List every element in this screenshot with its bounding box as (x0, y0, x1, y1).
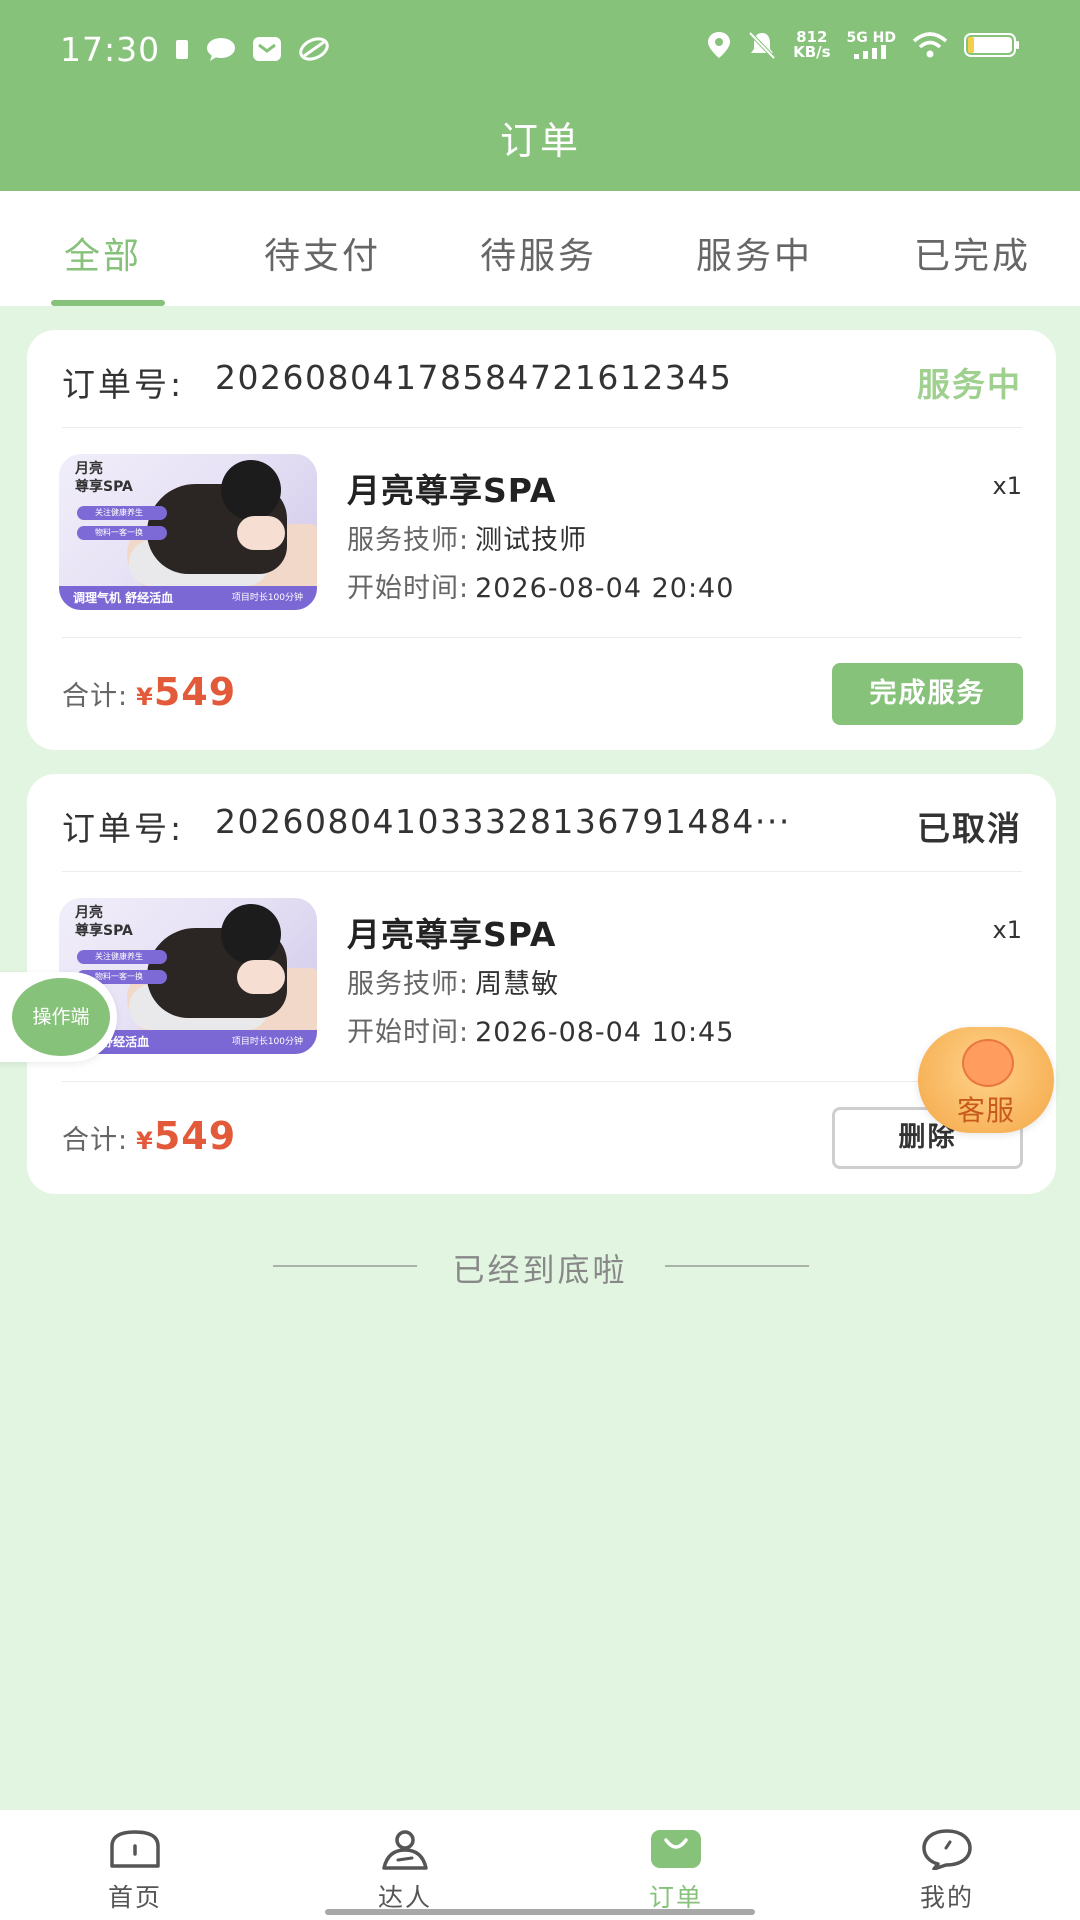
customer-service-label: 客服 (956, 1094, 1015, 1127)
thumb-art (221, 904, 281, 964)
nav-mine-label: 我的 (919, 1883, 974, 1912)
tab-active-indicator (51, 300, 165, 306)
order-number: 20260804178584721612345 (215, 358, 733, 397)
thumb-art (221, 460, 281, 520)
divider (62, 637, 1022, 638)
person-icon (382, 1830, 428, 1870)
product-name: 月亮尊享SPA (347, 915, 557, 954)
page-title: 订单 (499, 119, 580, 163)
start-time-label: 开始时间: (347, 573, 470, 604)
status-time: 17:30 (60, 30, 161, 69)
divider (62, 871, 1022, 872)
home-icon (110, 1830, 160, 1868)
thumb-art (237, 960, 285, 994)
header: 17:30 812 KB/s 5G HD 订单 (0, 0, 1080, 191)
thumb-title: 月亮 尊享SPA (75, 461, 133, 495)
nav-experts[interactable]: 达人 (320, 1810, 490, 1920)
battery-icon (964, 33, 1019, 57)
thumb-chip: 关注健康养生 (77, 950, 167, 964)
total-amount: 549 (153, 670, 237, 714)
end-of-list: 已经到底啦 (0, 1245, 1080, 1289)
order-total: 合计: ¥549 (62, 1114, 236, 1158)
home-indicator (325, 1909, 755, 1915)
thumb-bar-right: 项目时长100分钟 (231, 593, 303, 603)
thumb-art (237, 516, 285, 550)
chat-icon (207, 38, 235, 61)
order-header: 订单号: 2026080410333281367914​84··· 已取消 (62, 802, 1022, 852)
status-bar: 17:30 812 KB/s 5G HD (0, 0, 1080, 100)
currency-symbol: ¥ (136, 683, 154, 711)
total-label: 合计: (62, 1125, 129, 1156)
tab-completed[interactable]: 已完成 (914, 227, 1031, 279)
technician-name: 测试技师 (475, 525, 588, 556)
technician-name: 周慧敏 (475, 969, 560, 1000)
start-time-line: 开始时间: 2026-08-04 10:45 (347, 1010, 734, 1049)
thumb-title: 月亮 尊享SPA (75, 905, 133, 939)
thumb-bar: 调理气机 舒经活血 项目时长100分钟 (59, 586, 317, 610)
thumb-chip: 物料一客一换 (77, 526, 167, 540)
order-status: 已取消 (917, 809, 1022, 848)
thumb-bar-left: 调理气机 舒经活血 (73, 591, 174, 605)
start-time-label: 开始时间: (347, 1017, 470, 1048)
profile-chat-icon (922, 1829, 972, 1870)
order-bag-icon (651, 1830, 701, 1868)
status-right: 812 KB/s 5G HD (707, 30, 1020, 60)
end-line-right (665, 1265, 809, 1267)
start-time: 2026-08-04 10:45 (475, 1017, 735, 1048)
signal-icon (854, 45, 887, 59)
product-thumbnail[interactable]: 月亮 尊享SPA 关注健康养生 物料一客一换 调理气机 舒经活血 项目时长100… (59, 454, 317, 610)
tab-pending-service[interactable]: 待服务 (480, 227, 597, 279)
divider (62, 1081, 1022, 1082)
location-icon (708, 32, 731, 58)
technician-label: 服务技师: (347, 525, 470, 556)
order-tabs: 全部 待支付 待服务 服务中 已完成 (0, 191, 1080, 306)
order-number: 2026080410333281367914​84··· (215, 802, 791, 841)
customer-service-button[interactable]: 客服 (918, 1027, 1054, 1133)
nav-home[interactable]: 首页 (50, 1810, 220, 1920)
leaf-icon (299, 37, 329, 61)
quantity: x1 (992, 472, 1022, 500)
product-name: 月亮尊享SPA (347, 471, 557, 510)
order-total: 合计: ¥549 (62, 670, 236, 714)
technician-label: 服务技师: (347, 969, 470, 1000)
bottom-nav: 首页 达人 订单 我的 (0, 1810, 1080, 1920)
start-time-line: 开始时间: 2026-08-04 20:40 (347, 566, 734, 605)
divider (62, 427, 1022, 428)
operator-float-button[interactable]: 操作端 (0, 972, 117, 1062)
start-time: 2026-08-04 20:40 (475, 573, 735, 604)
technician-line: 服务技师: 测试技师 (347, 518, 587, 557)
tab-in-service[interactable]: 服务中 (696, 227, 813, 279)
technician-line: 服务技师: 周慧敏 (347, 962, 559, 1001)
mail-icon (253, 37, 281, 61)
tab-pending-payment[interactable]: 待支付 (264, 227, 381, 279)
complete-service-button[interactable]: 完成服务 (832, 663, 1023, 725)
order-status: 服务中 (917, 365, 1022, 404)
signal-block: 5G HD (847, 31, 896, 59)
thumb-chip: 关注健康养生 (77, 506, 167, 520)
customer-service-icon (962, 1039, 1014, 1087)
wifi-icon (912, 32, 948, 58)
mute-icon (748, 31, 776, 60)
operator-label: 操作端 (12, 978, 110, 1056)
net-speed-unit: KB/s (793, 43, 831, 61)
battery-saver-icon (176, 40, 188, 59)
tab-all[interactable]: 全部 (64, 227, 142, 279)
end-of-list-text: 已经到底啦 (452, 1251, 628, 1289)
currency-symbol: ¥ (136, 1127, 154, 1155)
quantity: x1 (992, 916, 1022, 944)
net-type: 5G HD (846, 30, 896, 46)
total-label: 合计: (62, 681, 129, 712)
order-header: 订单号: 20260804178584721612345 服务中 (62, 358, 1022, 408)
nav-mine[interactable]: 我的 (862, 1810, 1032, 1920)
order-card[interactable]: 订单号: 20260804178584721612345 服务中 月亮 尊享SP… (27, 330, 1056, 750)
order-number-label: 订单号: (62, 365, 185, 404)
notification-icons (174, 36, 330, 62)
thumb-bar-right: 项目时长100分钟 (231, 1037, 303, 1047)
order-number-label: 订单号: (62, 809, 185, 848)
net-speed: 812 KB/s (793, 30, 830, 60)
nav-home-label: 首页 (107, 1883, 162, 1912)
order-card[interactable]: 订单号: 2026080410333281367914​84··· 已取消 月亮… (27, 774, 1056, 1194)
nav-orders[interactable]: 订单 (591, 1810, 761, 1920)
total-amount: 549 (153, 1114, 237, 1158)
